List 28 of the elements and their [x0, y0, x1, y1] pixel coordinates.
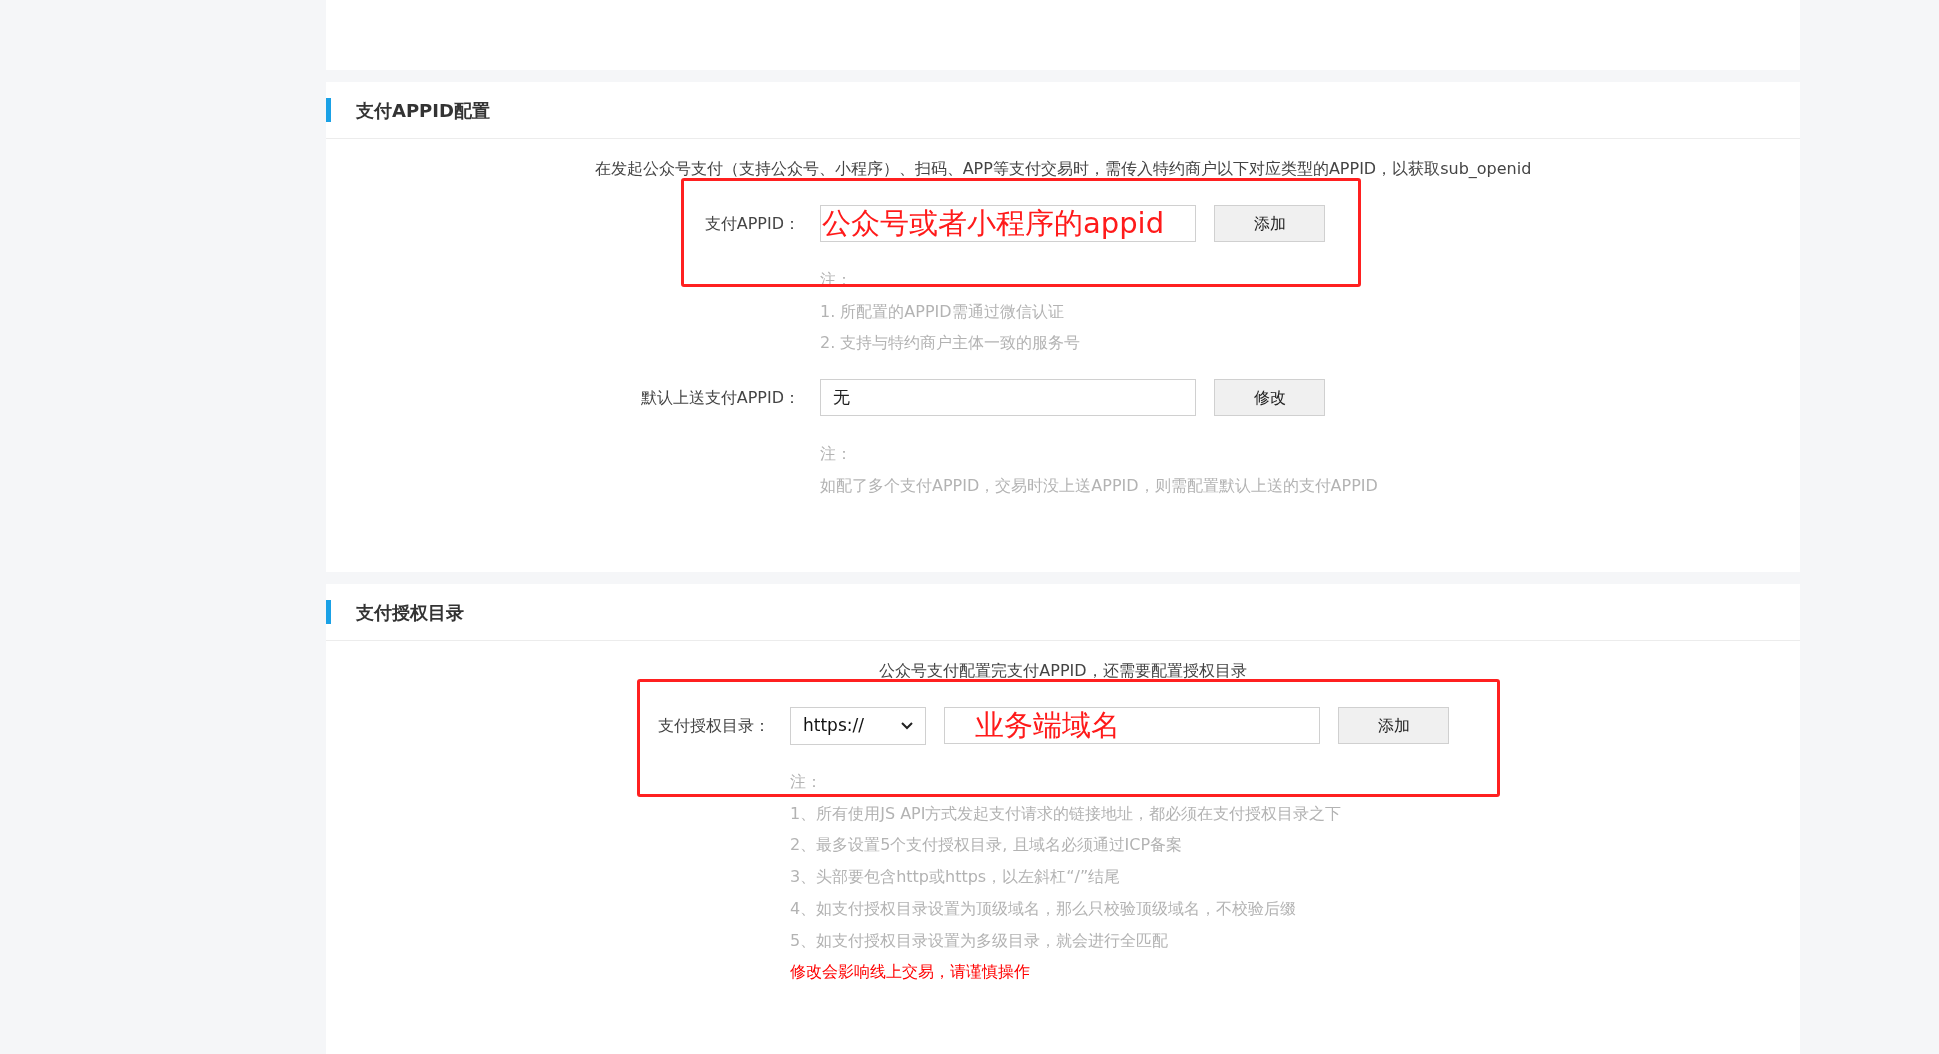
field-label: 支付APPID：: [703, 212, 800, 235]
note-text: 1. 所配置的APPID需通过微信认证: [820, 300, 1065, 323]
intro-text: 公众号支付配置完支付APPID，还需要配置授权目录: [879, 660, 1247, 682]
protocol-select[interactable]: https://: [790, 706, 926, 745]
note-text: 2、最多设置5个支付授权目录, 且域名必须通过ICP备案: [790, 834, 1184, 857]
field-label: 支付授权目录：: [657, 714, 770, 737]
annotation-text: 业务端域名: [975, 708, 1120, 743]
warning-text: 修改会影响线上交易，请谨慎操作: [790, 961, 1031, 984]
action-button[interactable]: 修改: [1214, 379, 1325, 417]
note-text: 注：: [790, 771, 823, 793]
section-accent-bar: [326, 98, 331, 122]
chevron-down-icon: [901, 721, 913, 730]
section-title: 支付授权目录: [356, 600, 464, 625]
note-text: 3、头部要包含http或https，以左斜杠“/”结尾: [790, 866, 1122, 889]
note-text: 2. 支持与特约商户主体一致的服务号: [820, 332, 1082, 355]
text-field[interactable]: 无: [820, 379, 1196, 417]
field-label: 默认上送支付APPID：: [639, 386, 800, 409]
section-accent-bar: [326, 600, 331, 624]
text-field[interactable]: 业务端域名: [944, 707, 1320, 744]
note-text: 4、如支付授权目录设置为顶级域名，那么只校验顶级域名，不校验后缀: [790, 897, 1298, 920]
note-text: 5、如支付授权目录设置为多级目录，就会进行全匹配: [790, 929, 1170, 952]
note-text: 1、所有使用JS API方式发起支付请求的链接地址，都必须在支付授权目录之下: [790, 802, 1343, 825]
action-button[interactable]: 添加: [1338, 707, 1449, 744]
section-title: 支付APPID配置: [356, 98, 490, 123]
action-button[interactable]: 添加: [1214, 205, 1325, 242]
note-text: 如配了多个支付APPID，交易时没上送APPID，则需配置默认上送的支付APPID: [820, 474, 1379, 497]
note-text: 注：: [820, 443, 853, 466]
intro-text: 在发起公众号支付（支持公众号、小程序）、扫码、APP等支付交易时，需传入特约商户以下对应类型的APPID，以获取sub_openid: [594, 158, 1532, 180]
